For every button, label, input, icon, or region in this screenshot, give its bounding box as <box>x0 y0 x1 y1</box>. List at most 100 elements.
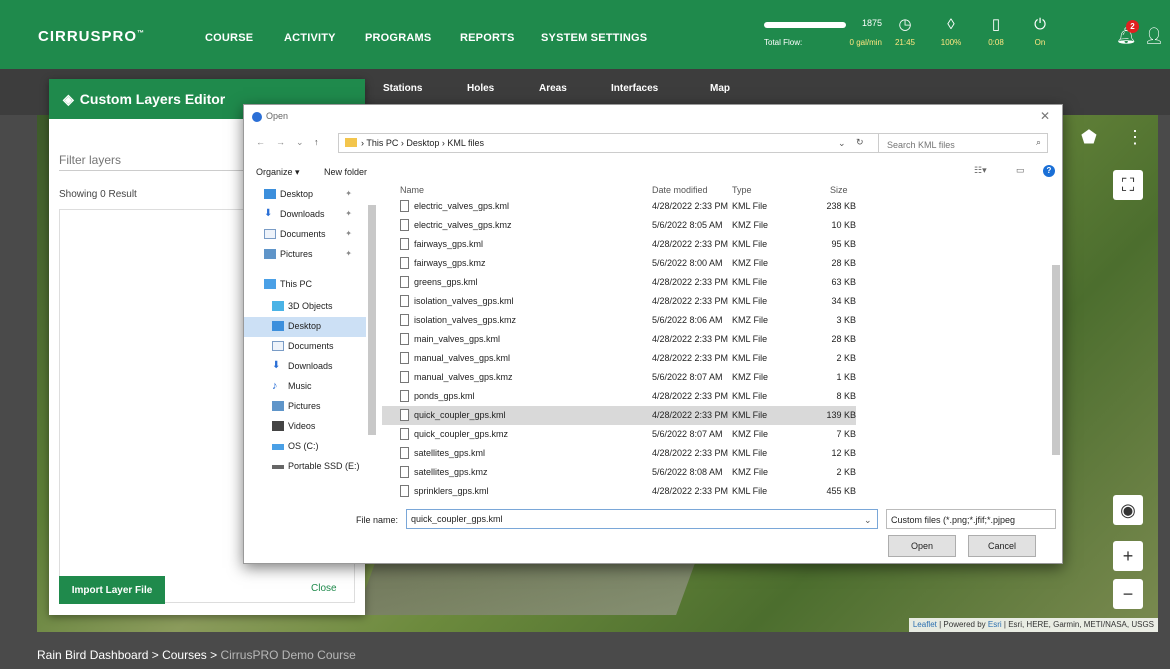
file-row[interactable]: main_valves_gps.kml 4/28/2022 2:33 PM KML … <box>382 330 856 349</box>
file-row[interactable]: satellites_gps.kmz 5/6/2022 8:08 AM KMZ Fi… <box>382 463 856 482</box>
file-row[interactable]: manual_valves_gps.kml 4/28/2022 2:33 PM KM… <box>382 349 856 368</box>
cancel-button[interactable]: Cancel <box>968 535 1036 557</box>
nav-this-pc[interactable]: This PC <box>244 275 366 295</box>
forward-arrow-icon[interactable]: → <box>276 137 285 147</box>
new-folder-button[interactable]: New folder <box>324 167 367 177</box>
notification-bell-icon[interactable]: 🔔︎ 2 <box>1116 20 1139 46</box>
close-icon[interactable]: ✕ <box>1040 109 1050 123</box>
battery-stat[interactable]: ▯ 0:08 <box>976 16 1016 47</box>
back-arrow-icon[interactable]: ← <box>256 137 265 147</box>
close-button[interactable]: Close <box>311 583 337 594</box>
file-row[interactable]: quick_coupler_gps.kml 4/28/2022 2:33 PM KM… <box>382 406 856 425</box>
file-row[interactable]: isolation_valves_gps.kmz 5/6/2022 8:06 AM… <box>382 311 856 330</box>
file-row[interactable]: electric_valves_gps.kmz 5/6/2022 8:05 AM K… <box>382 216 856 235</box>
file-row[interactable]: electric_valves_gps.kml 4/28/2022 2:33 PM… <box>382 197 856 216</box>
address-bar[interactable]: › This PC › Desktop › KML files <box>338 133 888 153</box>
file-row[interactable]: ponds_gps.kml 4/28/2022 2:33 PM KML File 8 … <box>382 387 856 406</box>
file-type: KML File <box>732 277 768 287</box>
flow-number: 1875 <box>861 18 882 28</box>
pin-icon: ✦ <box>345 249 352 258</box>
breadcrumb-courses[interactable]: Courses <box>162 648 207 662</box>
file-size: 7 KB <box>836 429 856 439</box>
pin-icon: ✦ <box>345 189 352 198</box>
top-navbar: CIRRUSPRO™ COURSE ACTIVITY PROGRAMS REPO… <box>0 0 1170 69</box>
tab-areas[interactable]: Areas <box>539 83 567 94</box>
file-row[interactable]: greens_gps.kml 4/28/2022 2:33 PM KML File 6… <box>382 273 856 292</box>
file-name-input[interactable] <box>406 509 878 529</box>
fullscreen-icon[interactable]: ⛶ <box>1113 170 1143 200</box>
help-icon[interactable]: ? <box>1043 165 1055 177</box>
file-name-dropdown-icon[interactable]: ⌄ <box>864 515 872 526</box>
file-row[interactable]: sprinklers_gps.kml 4/28/2022 2:33 PM KML F… <box>382 482 856 501</box>
preview-pane-icon[interactable]: ▭ <box>1016 165 1025 176</box>
nav-quick-downloads[interactable]: ⬇ Downloads ✦ <box>244 205 366 225</box>
zoom-out-button[interactable]: − <box>1113 579 1143 609</box>
file-list-scroll-thumb[interactable] <box>1052 265 1060 455</box>
leaflet-link[interactable]: Leaflet <box>913 620 937 629</box>
nav-programs[interactable]: PROGRAMS <box>365 32 431 44</box>
file-row[interactable]: isolation_valves_gps.kml 4/28/2022 2:33 P… <box>382 292 856 311</box>
nav-videos[interactable]: Videos <box>244 417 366 437</box>
tab-interfaces[interactable]: Interfaces <box>611 83 658 94</box>
cirruspro-logo[interactable]: CIRRUSPRO™ <box>38 28 145 45</box>
file-row[interactable]: satellites_gps.kml 4/28/2022 2:33 PM KML F… <box>382 444 856 463</box>
file-icon <box>400 314 409 326</box>
nav-music[interactable]: ♪ Music <box>244 377 366 397</box>
address-dropdown-icon[interactable]: ⌄ <box>838 138 846 149</box>
open-button[interactable]: Open <box>888 535 956 557</box>
file-size: 8 KB <box>836 391 856 401</box>
column-size[interactable]: Size <box>830 185 848 195</box>
locate-icon[interactable]: ◉ <box>1113 495 1143 525</box>
column-date-modified[interactable]: Date modified <box>652 185 708 195</box>
nav-pictures[interactable]: Pictures <box>244 397 366 417</box>
user-icon[interactable]: 👤︎ <box>1144 26 1164 46</box>
total-flow-widget[interactable]: 1875 Total Flow: 0 gal/min <box>764 18 882 52</box>
file-type: KML File <box>732 201 768 211</box>
nav-quick-documents[interactable]: Documents ✦ <box>244 225 366 245</box>
column-name[interactable]: Name <box>400 185 424 195</box>
nav-os-drive[interactable]: OS (C:) <box>244 437 366 457</box>
esri-link[interactable]: Esri <box>988 620 1002 629</box>
tab-holes[interactable]: Holes <box>467 83 494 94</box>
nav-activity[interactable]: ACTIVITY <box>284 32 336 44</box>
nav-reports[interactable]: REPORTS <box>460 32 515 44</box>
file-size: 28 KB <box>831 334 856 344</box>
file-row[interactable]: quick_coupler_gps.kmz 5/6/2022 8:07 AM KMZ… <box>382 425 856 444</box>
recent-dropdown-icon[interactable]: ⌄ <box>296 137 304 148</box>
up-arrow-icon[interactable]: ↑ <box>314 137 319 147</box>
nav-course[interactable]: COURSE <box>205 32 253 44</box>
refresh-icon[interactable]: ↻ <box>856 137 864 148</box>
clock-stat[interactable]: ◷ 21:45 <box>885 16 925 47</box>
desktop-icon <box>264 189 276 199</box>
zoom-in-button[interactable]: + <box>1113 541 1143 571</box>
editor-title: Custom Layers Editor <box>79 91 226 107</box>
import-layer-file-button[interactable]: Import Layer File <box>59 576 165 604</box>
power-stat[interactable]: ⏻ On <box>1020 16 1060 47</box>
nav-system-settings[interactable]: SYSTEM SETTINGS <box>541 32 647 44</box>
water-stat[interactable]: ◊ 100% <box>931 16 971 47</box>
nav-documents[interactable]: Documents <box>244 337 366 357</box>
nav-portable-ssd[interactable]: Portable SSD (E:) <box>244 457 366 477</box>
nav-3d-objects[interactable]: 3D Objects <box>244 297 366 317</box>
map-marker-icon[interactable]: ⬟ <box>1067 115 1111 159</box>
file-row[interactable]: manual_valves_gps.kmz 5/6/2022 8:07 AM KMZ… <box>382 368 856 387</box>
nav-scrollbar[interactable] <box>366 185 378 497</box>
nav-quick-pictures[interactable]: Pictures ✦ <box>244 245 366 265</box>
search-input[interactable] <box>878 133 1048 153</box>
organize-menu[interactable]: Organize ▾ <box>256 167 300 178</box>
view-options-icon[interactable]: ☷▾ <box>974 165 987 176</box>
nav-scroll-thumb[interactable] <box>368 205 376 435</box>
file-list-scrollbar[interactable] <box>1050 185 1062 497</box>
tab-stations[interactable]: Stations <box>383 83 422 94</box>
file-row[interactable]: fairways_gps.kmz 5/6/2022 8:00 AM KMZ File… <box>382 254 856 273</box>
nav-desktop[interactable]: Desktop <box>244 317 366 337</box>
file-type-select[interactable]: Custom files (*.png;*.jfif;*.pjpeg <box>886 509 1056 529</box>
tab-map[interactable]: Map <box>710 83 730 94</box>
file-row[interactable]: fairways_gps.kml 4/28/2022 2:33 PM KML Fil… <box>382 235 856 254</box>
nav-downloads[interactable]: ⬇ Downloads <box>244 357 366 377</box>
more-options-icon[interactable]: ⋮ <box>1113 115 1157 159</box>
nav-quick-desktop[interactable]: Desktop ✦ <box>244 185 366 205</box>
file-date: 4/28/2022 2:33 PM <box>652 410 729 420</box>
column-type[interactable]: Type <box>732 185 752 195</box>
breadcrumb-dashboard[interactable]: Rain Bird Dashboard <box>37 648 148 662</box>
